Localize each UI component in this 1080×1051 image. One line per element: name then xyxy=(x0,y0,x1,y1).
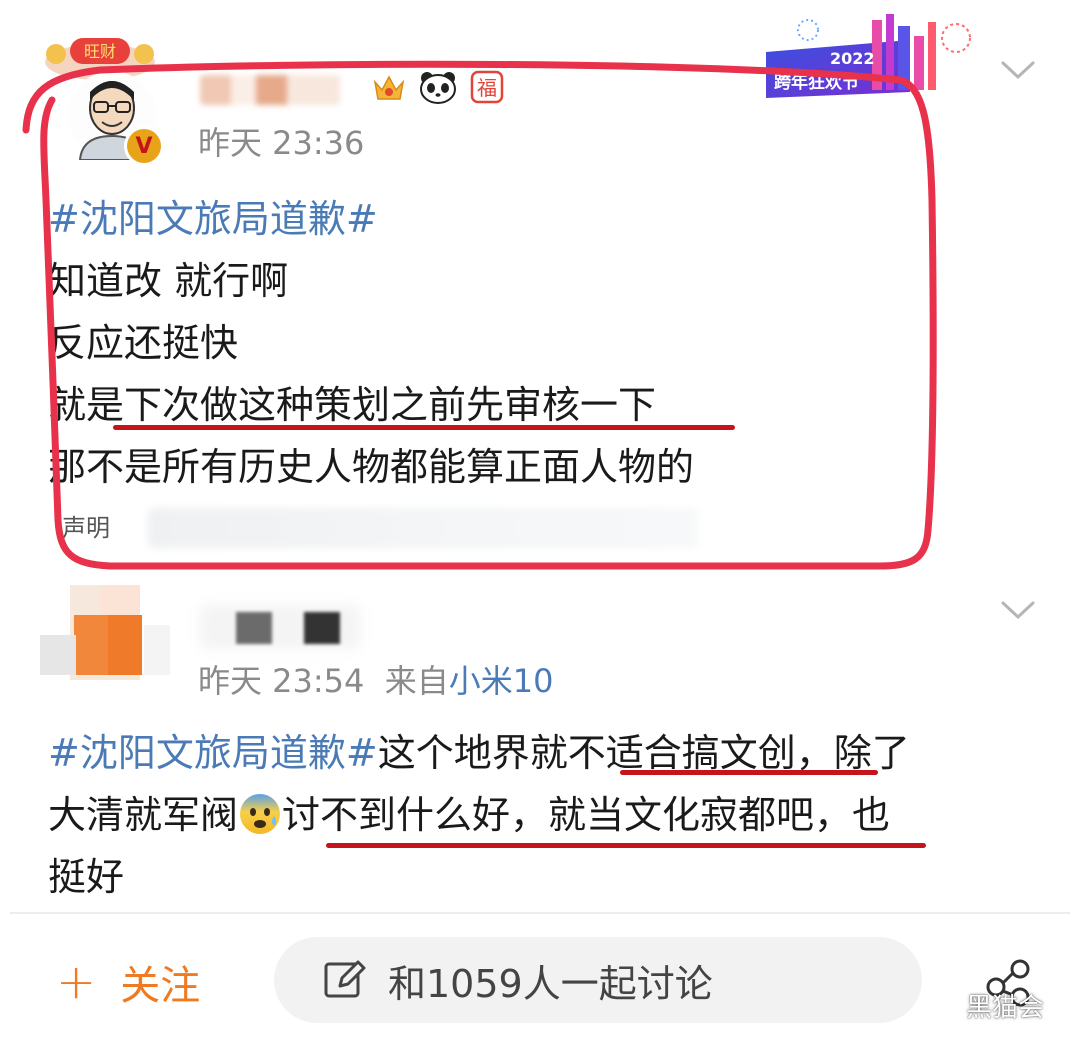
post-line: 那不是所有历史人物都能算正面人物的 xyxy=(48,445,695,489)
statement-label: 声明 xyxy=(62,514,110,542)
post-line: 大清就军阀 讨不到什么好，就当文化寂都吧，也 xyxy=(48,784,910,846)
promo-banner[interactable]: 2022 跨年狂欢节 xyxy=(760,12,978,104)
svg-text:福: 福 xyxy=(477,76,497,100)
username-blurred[interactable] xyxy=(200,75,340,105)
svg-text:旺财: 旺财 xyxy=(84,42,116,61)
hashtag-link[interactable]: #沈阳文旅局道歉# xyxy=(48,197,378,241)
device-link[interactable]: 小米10 xyxy=(449,662,554,700)
fearful-emoji-icon xyxy=(240,794,281,834)
chevron-down-icon[interactable] xyxy=(1000,58,1036,82)
post-meta: 昨天 23:54 来自小米10 xyxy=(198,656,554,702)
post-time: 昨天 23:54 xyxy=(198,662,365,700)
verified-icon: V xyxy=(124,126,164,166)
post-line: #沈阳文旅局道歉# xyxy=(48,188,694,250)
vip-crown-icon xyxy=(373,75,405,100)
hashtag-link[interactable]: #沈阳文旅局道歉# xyxy=(48,731,378,775)
post-text: 讨不到什么好，就当文化寂都吧，也 xyxy=(282,793,891,837)
post-line: 知道改 就行啊 xyxy=(48,259,289,303)
fu-badge-icon: 福 xyxy=(470,70,504,104)
follow-button[interactable]: + 关注 xyxy=(56,953,200,1011)
source-prefix: 来自 xyxy=(384,662,449,700)
svg-text:2022: 2022 xyxy=(830,49,875,68)
post-line: 反应还挺快 xyxy=(48,321,239,365)
plus-icon: + xyxy=(56,954,97,1010)
panda-icon xyxy=(420,72,456,104)
post-text: 这个地界就不适合搞文创，除了 xyxy=(377,731,910,775)
post-body: #沈阳文旅局道歉#这个地界就不适合搞文创，除了 大清就军阀 讨不到什么好，就当文… xyxy=(48,722,910,908)
post-body: #沈阳文旅局道歉# 知道改 就行啊 反应还挺快 就是下次做这种策划之前先审核一下… xyxy=(48,188,694,498)
statement-blurred xyxy=(148,508,698,548)
discuss-input[interactable]: 和1059人一起讨论 xyxy=(274,937,922,1023)
edit-icon xyxy=(324,960,366,998)
annotation-underline xyxy=(326,843,926,848)
svg-text:跨年狂欢节: 跨年狂欢节 xyxy=(774,72,859,93)
username-blur-block xyxy=(236,612,272,644)
avatar[interactable] xyxy=(40,585,170,680)
discuss-label: 和1059人一起讨论 xyxy=(388,961,713,1006)
annotation-underline xyxy=(113,425,735,430)
post-text: 大清就军阀 xyxy=(48,793,239,837)
watermark-text: 黑猫会 xyxy=(966,993,1045,1023)
wechat-icon xyxy=(930,993,959,1017)
post-line: 挺好 xyxy=(48,855,125,899)
follow-label: 关注 xyxy=(120,963,201,1009)
post-time: 昨天 23:36 xyxy=(198,124,365,162)
chevron-down-icon[interactable] xyxy=(1000,598,1036,622)
annotation-underline xyxy=(620,770,878,775)
divider xyxy=(10,912,1070,914)
username-blur-block xyxy=(304,612,340,644)
watermark: 黑猫会 xyxy=(930,987,1044,1024)
